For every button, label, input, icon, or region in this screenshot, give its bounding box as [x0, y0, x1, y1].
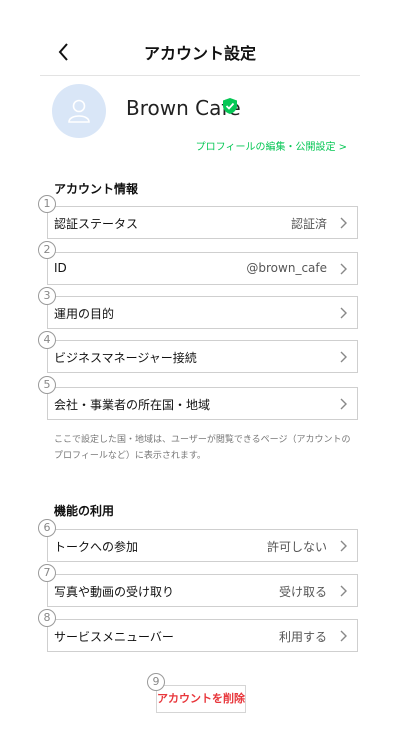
row-photo-video-receive[interactable]: 写真や動画の受け取り 受け取る	[47, 574, 358, 607]
chevron-right-icon	[340, 630, 347, 642]
row-label: サービスメニューバー	[54, 630, 174, 644]
section-title-account-info: アカウント情報	[54, 182, 139, 196]
row-business-manager[interactable]: ビジネスマネージャー接続	[47, 340, 358, 373]
chevron-right-icon	[340, 263, 347, 275]
step-number-9: 9	[147, 673, 165, 691]
row-chat-participation[interactable]: トークへの参加 許可しない	[47, 529, 358, 562]
step-number-8: 8	[38, 609, 56, 627]
user-icon	[68, 99, 90, 123]
step-number-7: 7	[38, 564, 56, 582]
chevron-right-icon	[340, 307, 347, 319]
row-purpose[interactable]: 運用の目的	[47, 296, 358, 329]
row-verification-status[interactable]: 認証ステータス 認証済	[47, 206, 358, 239]
row-value: 受け取る	[278, 585, 327, 599]
row-service-menu-bar[interactable]: サービスメニューバー 利用する	[47, 619, 358, 652]
verified-shield-icon	[223, 98, 237, 114]
chevron-right-icon	[340, 585, 347, 597]
delete-account-button[interactable]: アカウントを削除	[156, 685, 246, 713]
row-label: 会社・事業者の所在国・地域	[54, 398, 211, 412]
row-label: 写真や動画の受け取り	[54, 585, 175, 599]
row-value: @brown_cafe	[246, 261, 327, 275]
step-number-1: 1	[38, 195, 56, 213]
row-label: 認証ステータス	[54, 217, 139, 231]
row-value: 許可しない	[266, 540, 327, 554]
row-label: ビジネスマネージャー接続	[54, 351, 197, 365]
header-bar: アカウント設定	[40, 30, 360, 76]
row-label: 運用の目的	[54, 307, 115, 321]
row-country-region[interactable]: 会社・事業者の所在国・地域	[47, 387, 358, 420]
step-number-6: 6	[38, 519, 56, 537]
step-number-4: 4	[38, 331, 56, 349]
row-value: 利用する	[278, 630, 327, 644]
chevron-right-icon	[340, 398, 347, 410]
step-number-5: 5	[38, 376, 56, 394]
page-title: アカウント設定	[143, 44, 256, 63]
avatar	[52, 84, 106, 138]
step-number-3: 3	[38, 287, 56, 305]
row-label: ID	[54, 261, 67, 275]
row-value: 認証済	[290, 217, 327, 231]
chevron-right-icon	[340, 540, 347, 552]
section-title-features: 機能の利用	[54, 504, 115, 518]
chevron-right-icon	[340, 351, 347, 363]
country-note: ここで設定した国・地域は、ユーザーが閲覧できるページ（アカウントのプロフィールな…	[54, 435, 351, 461]
row-label: トークへの参加	[54, 540, 139, 554]
step-number-2: 2	[38, 241, 56, 259]
chevron-right-icon	[340, 217, 347, 229]
profile-edit-link[interactable]: プロフィールの編集・公開設定 >	[196, 138, 347, 153]
row-id[interactable]: ID @brown_cafe	[47, 252, 358, 285]
